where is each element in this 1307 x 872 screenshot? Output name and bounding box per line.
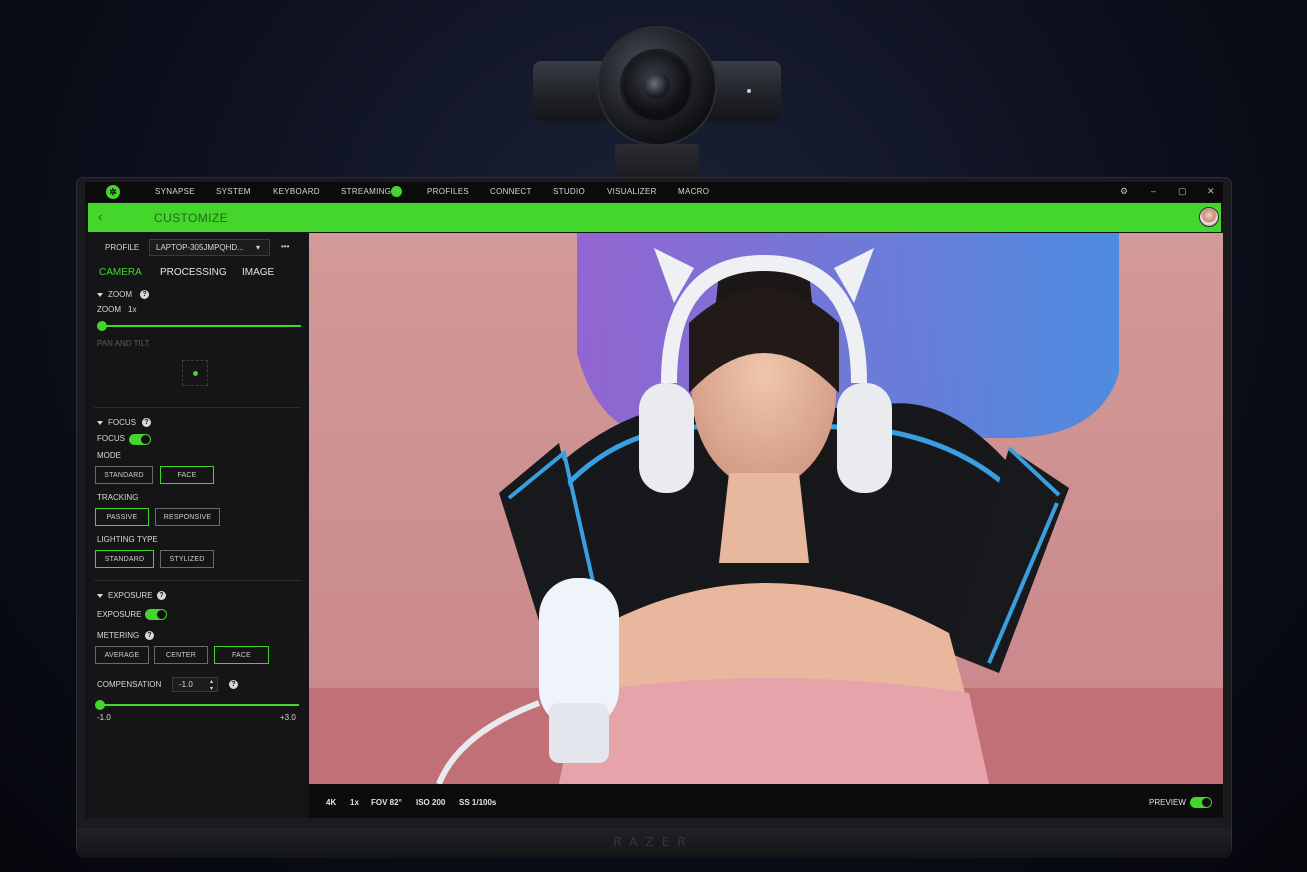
- collapse-focus-icon[interactable]: [97, 421, 103, 425]
- zoom-slider-knob[interactable]: [97, 321, 107, 331]
- compensation-slider-knob[interactable]: [95, 700, 105, 710]
- nav-keyboard[interactable]: KEYBOARD: [273, 187, 320, 196]
- focus-toggle[interactable]: [129, 434, 151, 445]
- camera-preview: [309, 233, 1223, 784]
- profile-label: PROFILE: [105, 243, 140, 252]
- collapse-zoom-icon[interactable]: [97, 293, 103, 297]
- exposure-toggle[interactable]: [145, 609, 167, 620]
- tracking-label: TRACKING: [97, 493, 139, 502]
- tab-camera[interactable]: CAMERA: [99, 267, 142, 278]
- customize-header: ‹ CUSTOMIZE: [88, 203, 1221, 232]
- webcam-led: [747, 89, 751, 93]
- tab-processing[interactable]: PROCESSING: [160, 267, 227, 278]
- compensation-slider-track[interactable]: [99, 704, 299, 706]
- preview-toggle[interactable]: [1190, 797, 1212, 808]
- compensation-label: COMPENSATION: [97, 680, 162, 689]
- focus-toggle-label: FOCUS: [97, 434, 125, 443]
- lighting-standard-button[interactable]: STANDARD: [95, 550, 154, 568]
- pan-tilt-pad[interactable]: [182, 360, 208, 386]
- range-max-label: +3.0: [280, 713, 296, 722]
- mode-face-button[interactable]: FACE: [160, 466, 214, 484]
- exposure-section-title: EXPOSURE: [108, 591, 153, 600]
- razer-logo-icon[interactable]: ✲: [106, 185, 120, 199]
- metering-face-button[interactable]: FACE: [214, 646, 269, 664]
- more-options-icon[interactable]: •••: [281, 242, 289, 251]
- nav-profiles[interactable]: PROFILES: [427, 187, 469, 196]
- app-window: ✲ SYNAPSE SYSTEM KEYBOARD STREAMING PROF…: [85, 182, 1223, 818]
- exposure-toggle-label: EXPOSURE: [97, 610, 142, 619]
- metering-average-button[interactable]: AVERAGE: [95, 646, 149, 664]
- lighting-type-label: LIGHTING TYPE: [97, 535, 158, 544]
- compensation-stepper[interactable]: -1.0 ▴ ▾: [172, 677, 218, 692]
- zoom-section-title: ZOOM: [108, 290, 132, 299]
- exposure-help-icon[interactable]: ?: [157, 591, 166, 600]
- avatar[interactable]: [1199, 207, 1219, 227]
- pan-tilt-handle[interactable]: [193, 371, 198, 376]
- profile-value: LAPTOP-305JMPQHD...: [156, 243, 244, 252]
- metering-help-icon[interactable]: ?: [145, 631, 154, 640]
- nav-connect[interactable]: CONNECT: [490, 187, 532, 196]
- tracking-responsive-button[interactable]: RESPONSIVE: [155, 508, 220, 526]
- tab-image[interactable]: IMAGE: [242, 267, 274, 278]
- compensation-help-icon[interactable]: ?: [229, 680, 238, 689]
- close-icon[interactable]: ✕: [1207, 186, 1215, 197]
- chevron-left-icon[interactable]: ‹: [98, 209, 102, 224]
- zoom-label: ZOOM: [97, 305, 121, 314]
- stepper-arrows-icon[interactable]: ▴ ▾: [210, 678, 213, 692]
- maximize-icon[interactable]: ▢: [1178, 186, 1187, 197]
- divider: [94, 580, 301, 581]
- monitor-brand-logo: RAZER: [613, 835, 694, 849]
- fov-stat: FOV 82°: [371, 798, 402, 807]
- preview-info-bar: 4K 1x FOV 82° ISO 200 SS 1/100s PREVIEW: [309, 784, 1223, 818]
- streaming-active-dot-icon: [391, 186, 402, 197]
- zoom-stat: 1x: [350, 798, 359, 807]
- nav-synapse[interactable]: SYNAPSE: [155, 187, 195, 196]
- webcam-lens-core: [644, 73, 670, 99]
- preview-toggle-label: PREVIEW: [1149, 798, 1186, 807]
- focus-section-title: FOCUS: [108, 418, 136, 427]
- tracking-passive-button[interactable]: PASSIVE: [95, 508, 149, 526]
- zoom-slider-track[interactable]: [101, 325, 301, 327]
- compensation-value: -1.0: [179, 680, 193, 689]
- metering-center-button[interactable]: CENTER: [154, 646, 208, 664]
- zoom-help-icon[interactable]: ?: [140, 290, 149, 299]
- range-min-label: -1.0: [97, 713, 111, 722]
- divider: [94, 407, 301, 408]
- pan-tilt-label: PAN AND TILT: [97, 339, 150, 348]
- nav-studio[interactable]: STUDIO: [553, 187, 585, 196]
- iso-stat: ISO 200: [416, 798, 446, 807]
- minimize-icon[interactable]: –: [1151, 186, 1156, 196]
- nav-system[interactable]: SYSTEM: [216, 187, 251, 196]
- camera-feed-image: [309, 233, 1223, 784]
- lighting-stylized-button[interactable]: STYLIZED: [160, 550, 214, 568]
- chevron-down-icon: ▾: [256, 243, 261, 252]
- resolution-stat: 4K: [326, 798, 337, 807]
- mode-label: MODE: [97, 451, 121, 460]
- focus-help-icon[interactable]: ?: [142, 418, 151, 427]
- settings-icon[interactable]: ⚙: [1120, 186, 1128, 197]
- mode-standard-button[interactable]: STANDARD: [95, 466, 153, 484]
- nav-macro[interactable]: MACRO: [678, 187, 709, 196]
- collapse-exposure-icon[interactable]: [97, 594, 103, 598]
- shutter-speed-stat: SS 1/100s: [459, 798, 497, 807]
- metering-label: METERING: [97, 631, 140, 640]
- page-title: CUSTOMIZE: [154, 211, 229, 225]
- nav-streaming[interactable]: STREAMING: [341, 187, 391, 196]
- nav-visualizer[interactable]: VISUALIZER: [607, 187, 657, 196]
- settings-panel: PROFILE LAPTOP-305JMPQHD... ▾ ••• CAMERA…: [88, 233, 309, 818]
- zoom-value: 1x: [128, 305, 137, 314]
- webcam-device: [533, 28, 781, 188]
- profile-dropdown[interactable]: LAPTOP-305JMPQHD... ▾: [149, 239, 270, 256]
- top-nav: ✲ SYNAPSE SYSTEM KEYBOARD STREAMING PROF…: [85, 182, 1223, 202]
